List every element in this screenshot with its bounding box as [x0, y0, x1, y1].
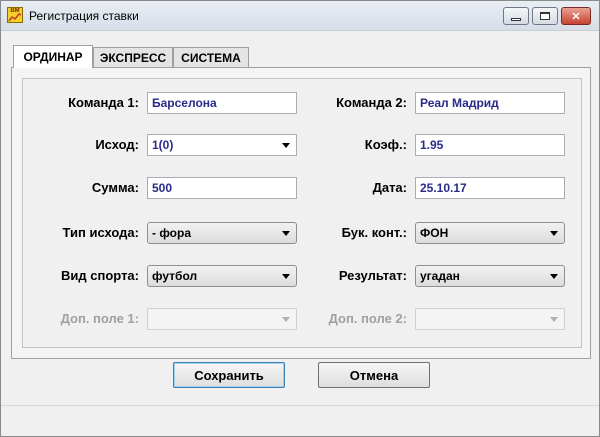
- result-dropdown[interactable]: угадан: [415, 265, 565, 287]
- coef-label: Коэф.:: [364, 137, 407, 152]
- tab-panel-ordinar: Команда 1: Барселона Команда 2: Реал Мад…: [11, 67, 591, 359]
- chevron-down-icon: [282, 317, 290, 322]
- result-value: угадан: [420, 269, 460, 283]
- chevron-down-icon: [550, 317, 558, 322]
- result-label: Результат:: [338, 268, 407, 283]
- minimize-button[interactable]: [503, 7, 529, 25]
- close-button[interactable]: ✕: [561, 7, 591, 25]
- sport-label: Вид спорта:: [61, 268, 139, 283]
- chevron-down-icon: [282, 274, 290, 279]
- extra-field1-dropdown[interactable]: [147, 308, 297, 330]
- sport-value: футбол: [152, 269, 198, 283]
- maximize-icon: [540, 12, 550, 20]
- extra-field2-dropdown[interactable]: [415, 308, 565, 330]
- team2-label: Команда 2:: [336, 95, 407, 110]
- cancel-button[interactable]: Отмена: [318, 362, 430, 388]
- extra-field1-label: Доп. поле 1:: [60, 311, 139, 326]
- outcome-type-label: Тип исхода:: [62, 225, 139, 240]
- tab-system[interactable]: СИСТЕМА: [173, 47, 249, 67]
- sport-dropdown[interactable]: футбол: [147, 265, 297, 287]
- bookmaker-value: ФОН: [420, 226, 449, 240]
- app-logo-icon: BM: [7, 7, 23, 23]
- team1-label: Команда 1:: [68, 95, 139, 110]
- outcome-value: 1(0): [152, 138, 174, 152]
- outcome-type-dropdown[interactable]: - фора: [147, 222, 297, 244]
- divider: [1, 405, 599, 406]
- team2-field[interactable]: Реал Мадрид: [415, 92, 565, 114]
- amount-field[interactable]: 500: [147, 177, 297, 199]
- chevron-down-icon: [550, 274, 558, 279]
- chevron-down-icon: [550, 231, 558, 236]
- window-title: Регистрация ставки: [29, 9, 139, 23]
- team1-field[interactable]: Барселона: [147, 92, 297, 114]
- close-icon: ✕: [571, 10, 581, 23]
- outcome-type-value: - фора: [152, 226, 192, 240]
- bookmaker-dropdown[interactable]: ФОН: [415, 222, 565, 244]
- tab-express[interactable]: ЭКСПРЕСС: [93, 47, 173, 67]
- chevron-down-icon: [282, 143, 290, 148]
- outcome-combobox[interactable]: 1(0): [147, 134, 297, 156]
- outcome-label: Исход:: [95, 137, 139, 152]
- bet-registration-window: BM Регистрация ставки ✕ ОРДИНАР ЭКСПРЕСС…: [0, 0, 600, 437]
- maximize-button[interactable]: [532, 7, 558, 25]
- title-bar[interactable]: BM Регистрация ставки ✕: [1, 1, 599, 31]
- save-button[interactable]: Сохранить: [173, 362, 285, 388]
- extra-field2-label: Доп. поле 2:: [328, 311, 407, 326]
- tab-ordinar[interactable]: ОРДИНАР: [13, 45, 93, 68]
- amount-label: Сумма:: [91, 180, 139, 195]
- date-field[interactable]: 25.10.17: [415, 177, 565, 199]
- bet-details-group: Команда 1: Барселона Команда 2: Реал Мад…: [22, 78, 582, 348]
- bookmaker-label: Бук. конт.:: [341, 225, 407, 240]
- date-label: Дата:: [372, 180, 407, 195]
- chevron-down-icon: [282, 231, 290, 236]
- minimize-icon: [511, 17, 521, 21]
- coef-field[interactable]: 1.95: [415, 134, 565, 156]
